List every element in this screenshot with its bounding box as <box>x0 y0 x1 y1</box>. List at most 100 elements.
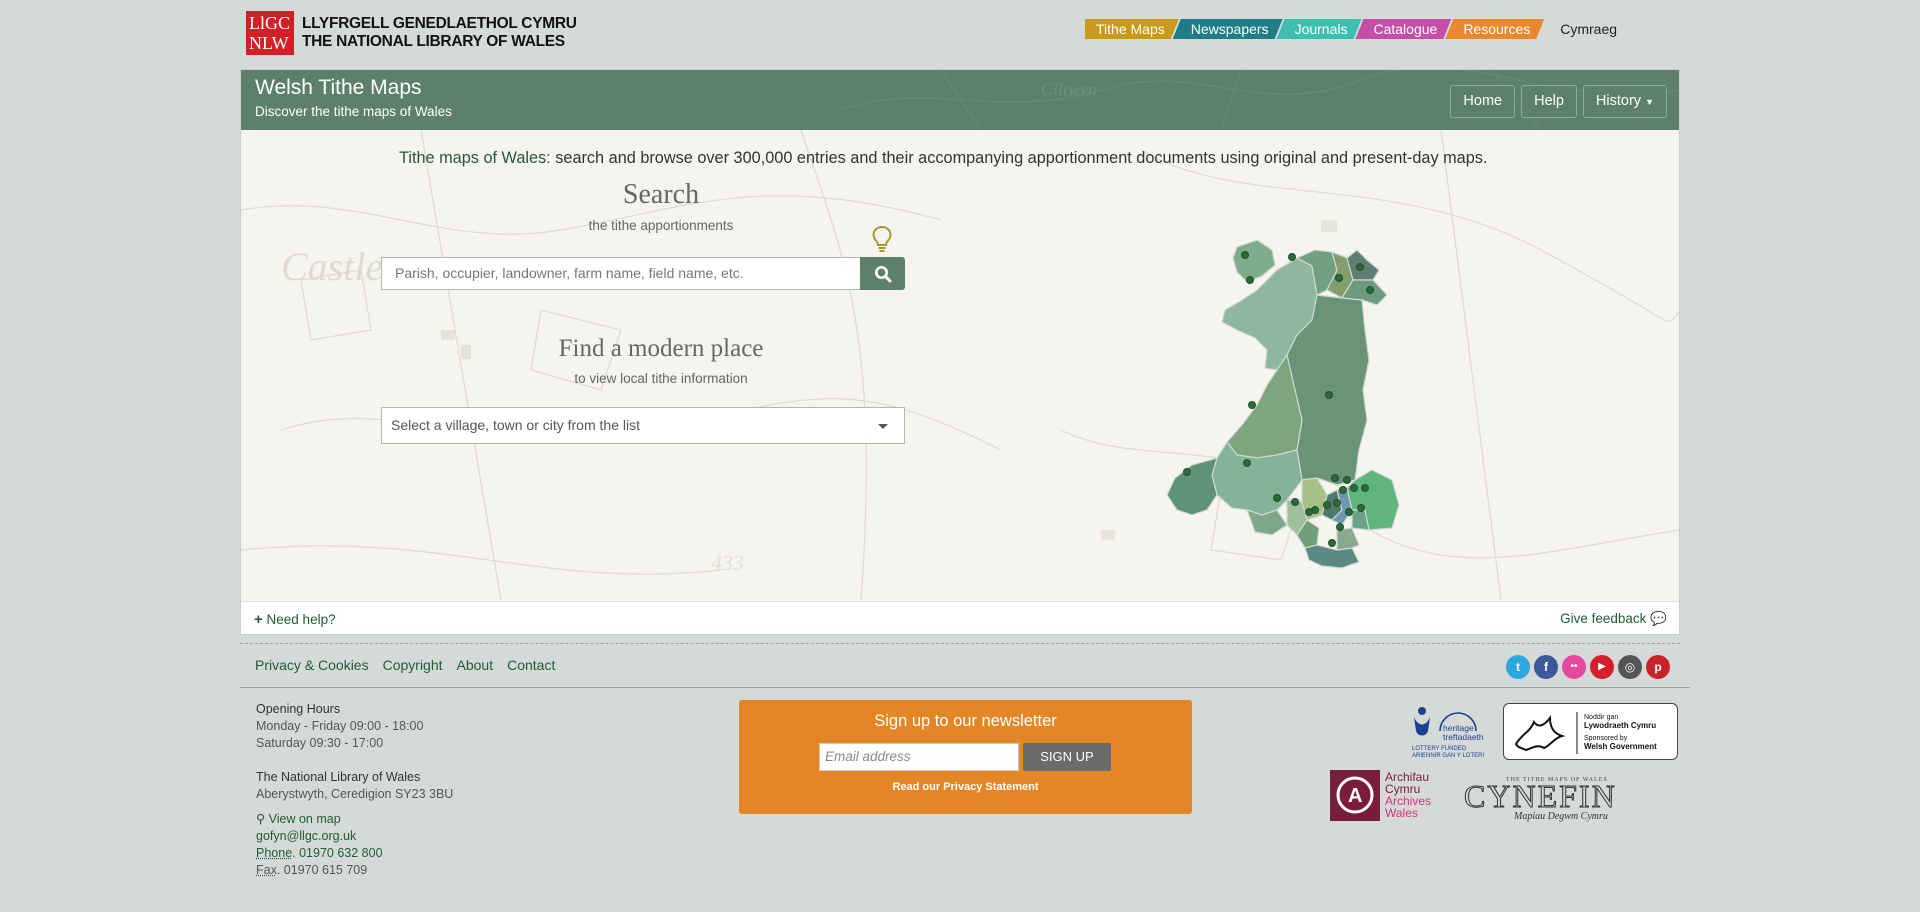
footer-divider-dashed <box>240 643 1680 644</box>
footer-link-copyright[interactable]: Copyright <box>383 657 443 673</box>
opening-hours-title: Opening Hours <box>256 702 341 716</box>
cynefin-main-text: CYNEFIN <box>1464 778 1617 814</box>
gov-text-3: Sponsored by <box>1584 735 1628 742</box>
need-help-toggle[interactable]: + Need help? <box>254 611 336 628</box>
heritage-text-2: treftadaeth <box>1443 732 1484 742</box>
map-swansea <box>1246 509 1288 536</box>
svg-text:Ciltwyn: Ciltwyn <box>1041 79 1097 99</box>
place-title: Find a modern place <box>558 335 764 362</box>
site-nav-tithe-maps[interactable]: Tithe Maps <box>1085 19 1179 39</box>
pinterest-icon[interactable]: p <box>1646 655 1670 679</box>
logo-wordmark: LLYFRGELL GENEDLAETHOL CYMRU THE NATIONA… <box>302 15 577 51</box>
map-marker-icon: ⚲ <box>256 812 266 826</box>
gov-text-4: Welsh Government <box>1584 742 1657 751</box>
place-select[interactable]: Select a village, town or city from the … <box>381 407 905 444</box>
welsh-dragon-icon: Noddir gan Lywodraeth Cymru Sponsored by… <box>1514 712 1657 754</box>
plus-icon: + <box>254 611 263 628</box>
logo-line-english: THE NATIONAL LIBRARY OF WALES <box>302 33 565 50</box>
place-select-placeholder: Select a village, town or city from the … <box>391 417 640 433</box>
view-on-map-label: View on map <box>268 812 341 826</box>
newsletter-email-input[interactable]: Email address <box>819 743 1019 771</box>
logo-mark: LlGC NLW <box>246 11 294 55</box>
chevron-down-icon: ▼ <box>1645 97 1654 107</box>
logo-mark-text: LlGC NLW <box>249 13 291 53</box>
newsletter-title: Sign up to our newsletter <box>874 712 1057 730</box>
phone-link[interactable]: 01970 632 800 <box>299 846 382 860</box>
map-pembroke <box>1166 457 1218 516</box>
site-nav: Tithe Maps Newspapers Journals Catalogue… <box>1085 19 1617 39</box>
give-feedback-label: Give feedback <box>1560 611 1647 626</box>
archives-wales-logo[interactable]: A Archifau Cymru Archives Wales <box>1330 769 1445 822</box>
heritage-text-3: LOTTERY FUNDED <box>1412 746 1467 752</box>
intro-highlight: Tithe maps of Wales: <box>399 149 551 167</box>
site-nav-resources[interactable]: Resources <box>1445 19 1544 39</box>
cynefin-logo[interactable]: THE TITHE MAPS OF WALES CYNEFIN Mapiau D… <box>1460 773 1670 823</box>
banner-subtitle: Discover the tithe maps of Wales <box>255 104 452 119</box>
search-subtitle: the tithe apportionments <box>588 218 734 233</box>
banner-title: Welsh Tithe Maps <box>255 76 422 99</box>
language-switch[interactable]: Cymraeg <box>1560 19 1617 39</box>
contact-info: Opening Hours Monday - Friday 09:00 - 18… <box>256 702 454 877</box>
need-help-label: Need help? <box>266 612 336 627</box>
heritage-lottery-logo[interactable]: heritage treftadaeth LOTTERY FUNDED ARIE… <box>1410 703 1492 759</box>
intro-text: Tithe maps of Wales: search and browse o… <box>399 149 1487 168</box>
tithe-banner: Ciltwyn Welsh Tithe Maps Discover the ti… <box>241 70 1679 130</box>
gov-text-2: Lywodraeth Cymru <box>1584 721 1656 730</box>
svg-text:A: A <box>1348 785 1362 807</box>
home-button[interactable]: Home <box>1450 85 1516 118</box>
help-button[interactable]: Help <box>1521 85 1577 118</box>
footer-links: Privacy & Cookies Copyright About Contac… <box>255 657 555 673</box>
site-nav-journals[interactable]: Journals <box>1277 19 1362 39</box>
banner-nav: Home Help History ▼ <box>1450 85 1667 118</box>
place-subtitle: to view local tithe information <box>574 371 748 386</box>
search-button[interactable] <box>860 257 905 290</box>
site-nav-newspapers[interactable]: Newspapers <box>1173 19 1283 39</box>
svg-text:433: 433 <box>711 550 744 575</box>
search-title: Search <box>622 179 700 210</box>
map-cardiff <box>1336 527 1360 551</box>
flickr-icon[interactable]: •• <box>1562 655 1586 679</box>
cynefin-sub-text: Mapiau Degwm Cymru <box>1513 811 1608 822</box>
social-links: t f •• ▶ ◎ p <box>1506 655 1670 679</box>
intro-body: search and browse over 300,000 entries a… <box>550 149 1488 167</box>
speech-bubble-icon: 💬 <box>1650 611 1667 626</box>
footer-link-privacy[interactable]: Privacy & Cookies <box>255 657 369 673</box>
give-feedback-link[interactable]: Give feedback 💬 <box>1560 611 1667 627</box>
twitter-icon[interactable]: t <box>1506 655 1530 679</box>
fax-label: Fax <box>256 863 277 877</box>
site-nav-catalogue[interactable]: Catalogue <box>1355 19 1451 39</box>
welsh-government-logo[interactable]: Noddir gan Lywodraeth Cymru Sponsored by… <box>1503 703 1678 760</box>
history-label: History <box>1595 93 1642 109</box>
lightbulb-icon[interactable] <box>871 225 893 253</box>
footer-link-contact[interactable]: Contact <box>507 657 555 673</box>
search-icon <box>874 265 891 282</box>
history-dropdown[interactable]: History ▼ <box>1582 85 1667 118</box>
wales-county-map[interactable] <box>1137 210 1437 570</box>
email-link[interactable]: gofyn@llgc.org.uk <box>256 828 453 845</box>
gov-text-1: Noddir gan <box>1584 714 1618 721</box>
facebook-icon[interactable]: f <box>1534 655 1558 679</box>
logo-line-welsh: LLYFRGELL GENEDLAETHOL CYMRU <box>302 15 577 32</box>
search-input[interactable]: Parish, occupier, landowner, farm name, … <box>381 257 861 290</box>
address-line: Aberystwyth, Ceredigion SY23 3BU <box>256 787 454 801</box>
youtube-icon[interactable]: ▶ <box>1590 655 1614 679</box>
address-title: The National Library of Wales <box>256 770 421 784</box>
map-ceredigion <box>1226 353 1303 459</box>
instagram-icon[interactable]: ◎ <box>1618 655 1642 679</box>
view-on-map-link[interactable]: ⚲ View on map <box>256 811 453 828</box>
map-anglesey <box>1232 239 1276 283</box>
footer-link-about[interactable]: About <box>457 657 494 673</box>
opening-hours-weekday: Monday - Friday 09:00 - 18:00 <box>256 719 424 733</box>
archives-text-4: Wales <box>1385 806 1418 820</box>
fax-number: 01970 615 709 <box>283 863 368 877</box>
newsletter-signup-button[interactable]: SIGN UP <box>1023 743 1111 771</box>
opening-hours-saturday: Saturday 09:30 - 17:00 <box>256 736 384 750</box>
svg-text:Castle: Castle <box>281 244 383 289</box>
phone-label: Phone <box>256 846 293 860</box>
nlw-logo[interactable]: LlGC NLW LLYFRGELL GENEDLAETHOL CYMRU TH… <box>246 11 577 55</box>
privacy-statement-link[interactable]: Read our Privacy Statement <box>739 781 1192 793</box>
footer-divider <box>240 687 1690 688</box>
tithe-panel: Castle 433 Ciltwyn Welsh Tithe Maps Disc… <box>240 69 1680 635</box>
heritage-text-4: ARIENNIR GAN Y LOTERI <box>1412 753 1484 759</box>
caret-down-icon <box>878 424 888 429</box>
